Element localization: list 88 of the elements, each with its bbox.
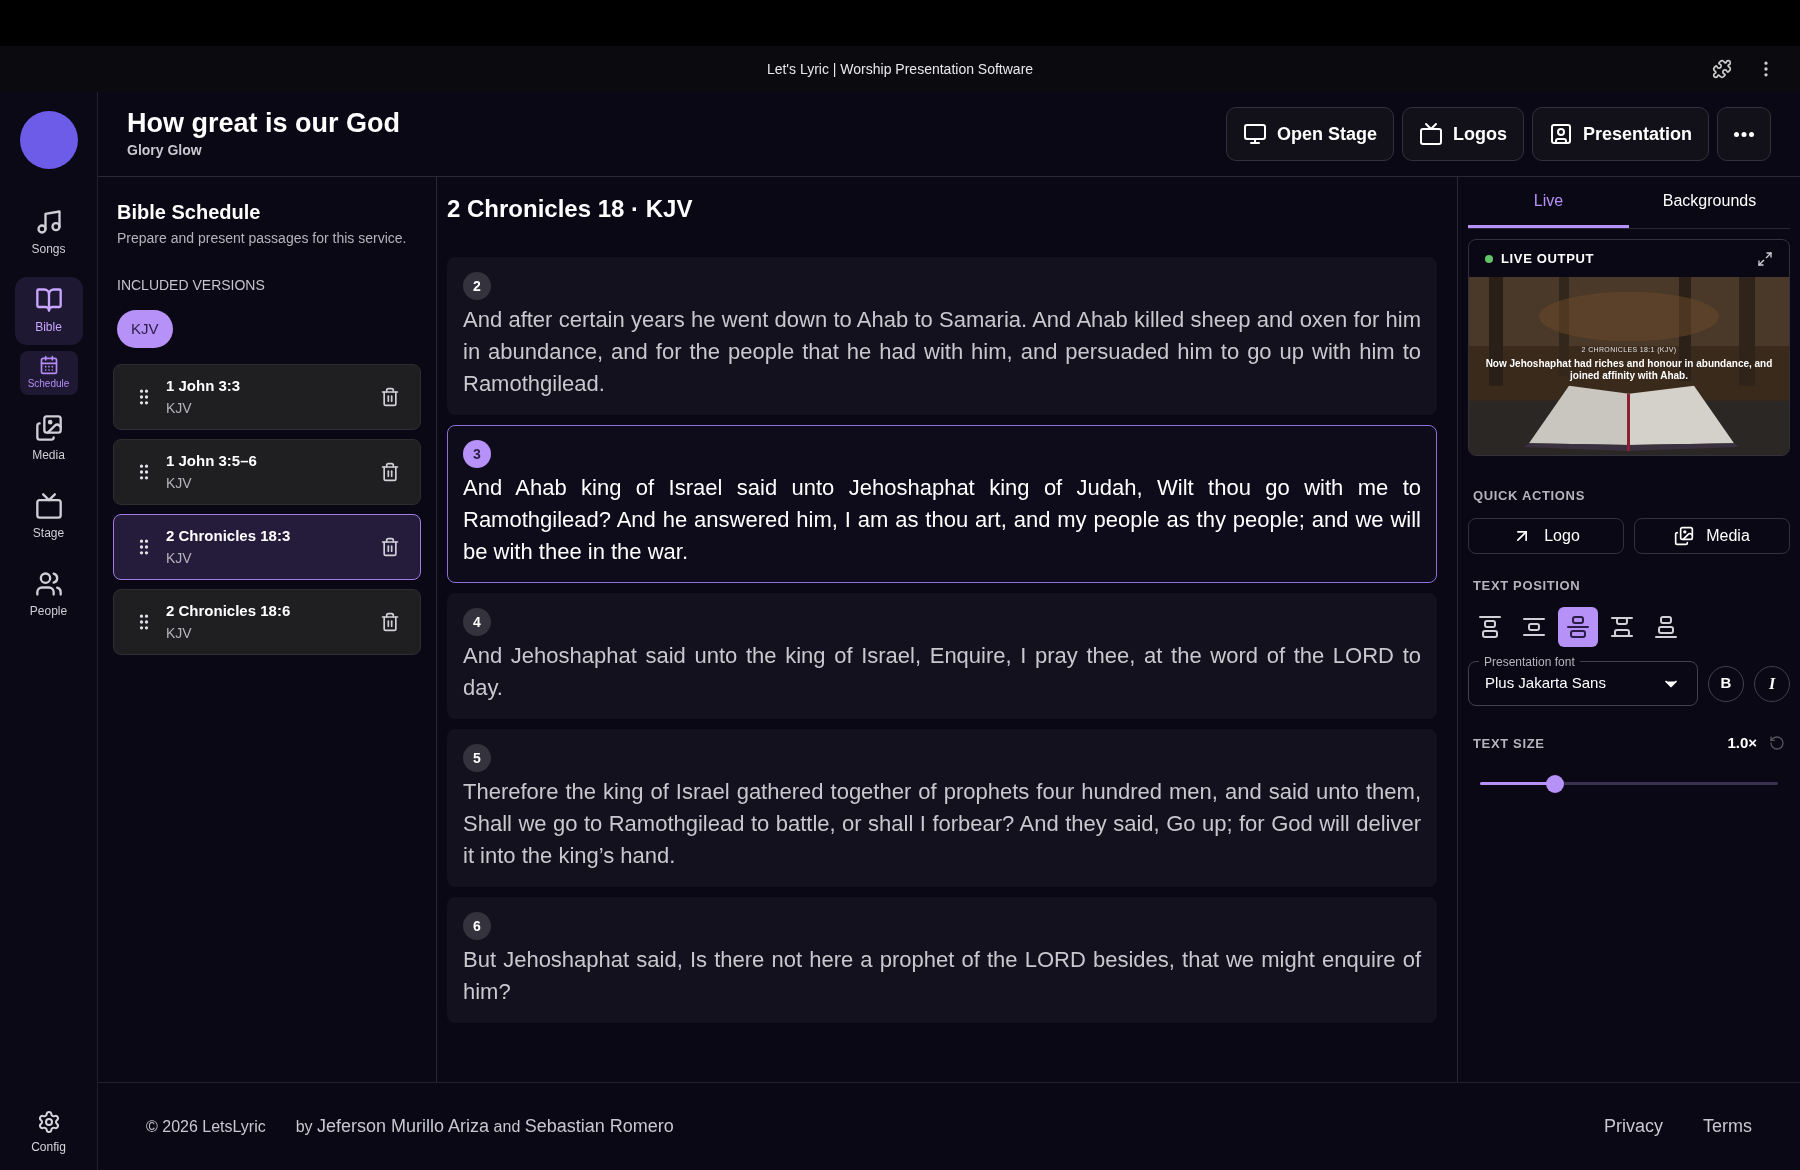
header-button[interactable]: Open Stage: [1225, 107, 1394, 161]
align-icon: [1654, 615, 1678, 639]
people-icon: [34, 570, 63, 598]
verse-card[interactable]: 4 And Jehoshaphat said unto the king of Israel, Enquire, I pray thee, at the word of the LORD to day.: [447, 593, 1437, 719]
book-icon: [34, 286, 63, 314]
verse-card[interactable]: [447, 425, 1437, 583]
artist-name: Glory Glow: [127, 141, 203, 161]
passage-reference: 1 John 3:5–6: [166, 451, 258, 472]
monitor-icon: [1242, 122, 1267, 146]
slide-text: Now Jehoshaphat had riches and honour in abundance, and joined affinity with Ahab.: [1484, 357, 1774, 382]
passage-card[interactable]: 1 John 3:5–6 KJV: [113, 439, 421, 505]
align-icon: [1566, 615, 1590, 639]
text-size-slider[interactable]: [1480, 774, 1778, 793]
passage-reference: 2 Chronicles 18:3: [166, 526, 292, 547]
trash-icon[interactable]: [380, 537, 400, 557]
trash-icon[interactable]: [380, 612, 400, 632]
verse-number: 6: [463, 912, 491, 940]
panel-tab[interactable]: Live: [1468, 177, 1629, 228]
nav-item[interactable]: People: [14, 561, 83, 629]
config-button[interactable]: Config: [31, 1110, 66, 1156]
passage-reference: 1 John 3:3: [166, 376, 242, 397]
verse-number: 3: [463, 440, 491, 468]
extension-icon[interactable]: [1712, 59, 1732, 79]
text-position-button[interactable]: [1558, 607, 1598, 647]
reset-icon[interactable]: [1769, 735, 1785, 752]
trash-icon[interactable]: [380, 387, 400, 407]
nav-item[interactable]: Stage: [14, 483, 83, 551]
window-title: Let's Lyric | Worship Presentation Software: [766, 59, 1034, 79]
header-button[interactable]: Logos: [1401, 107, 1524, 161]
nav-item[interactable]: Bible: [14, 277, 83, 345]
footer-link[interactable]: Terms: [1703, 1113, 1752, 1140]
person-icon: [1548, 122, 1573, 146]
panel-tab[interactable]: Backgrounds: [1629, 177, 1790, 228]
verse-text: Therefore the king of Israel gathered together of prophets four hundred men, and said unto them, Shall we go to Ramothgilead to battle, or shall I forbear? And they said, Go up; for God will deliver it into the king’s hand.: [463, 778, 1421, 870]
passage-card[interactable]: 2 Chronicles 18:3 KJV: [113, 514, 421, 580]
section-heading: INCLUDED VERSIONS: [116, 276, 266, 295]
panel-description: Prepare and present passages for this service.: [116, 229, 408, 248]
verse-text: And after certain years he went down to Ahab to Samaria. And Ahab killed sheep and oxen for him in abundance, and for the people that he had with him, and persuaded him to go up with him to Ramothgilead.: [463, 306, 1421, 398]
trash-icon[interactable]: [380, 462, 400, 482]
passage-version: KJV: [166, 548, 193, 568]
footer-link[interactable]: Privacy: [1604, 1113, 1663, 1140]
verse-number: 4: [463, 608, 491, 636]
copyright-text: © 2026 LetsLyric: [146, 1116, 266, 1137]
slider-thumb[interactable]: [1545, 774, 1564, 793]
credits-text: by Jeferson Murillo Ariza and Sebastian Romero: [295, 1115, 674, 1138]
verse-text: But Jehoshaphat said, Is there not here a prophet of the LORD besides, that we might enquire of him?: [463, 946, 1421, 1006]
music-note-icon: [34, 208, 63, 236]
more-icon: [1734, 131, 1754, 137]
nav-item[interactable]: Songs: [14, 199, 83, 267]
chapter-heading: 2 Chronicles 18 · KJV: [447, 194, 694, 224]
images-icon: [1674, 525, 1695, 546]
passage-card[interactable]: 1 John 3:3 KJV: [113, 364, 421, 430]
section-heading: TEXT SIZE: [1473, 734, 1546, 753]
tv-icon: [1418, 122, 1443, 146]
verse-text: And Ahab king of Israel said unto Jehoshaphat king of Judah, Wilt thou go with me to Ramothgilead? And he answered him, I am as thou art, and my people as thy people; and we will be with thee in the war.: [463, 474, 1421, 566]
avatar[interactable]: [19, 111, 78, 169]
more-button[interactable]: [1717, 107, 1771, 161]
section-heading: TEXT POSITION: [1472, 576, 1582, 595]
passage-version: KJV: [166, 473, 193, 493]
passage-version: KJV: [166, 398, 193, 418]
tv-icon: [34, 492, 63, 520]
passage-version: KJV: [166, 623, 193, 643]
quick-action-button[interactable]: Logo: [1468, 517, 1624, 554]
live-output-label: LIVE OUTPUT: [1501, 249, 1595, 268]
song-title: How great is our God: [127, 106, 401, 140]
verse-card[interactable]: 6 But Jehoshaphat said, Is there not here a prophet of the LORD besides, that we might enquire of him?: [447, 897, 1437, 1023]
images-icon: [34, 414, 63, 442]
panel-title: Bible Schedule: [116, 200, 262, 225]
align-icon: [1522, 615, 1546, 639]
text-size-reading: 1.0×: [1727, 733, 1757, 753]
version-chip[interactable]: KJV: [117, 310, 173, 348]
section-heading: QUICK ACTIONS: [1472, 487, 1586, 505]
nav-subitem[interactable]: Schedule: [19, 351, 78, 395]
align-icon: [1478, 615, 1502, 639]
passage-card[interactable]: 2 Chronicles 18:6 KJV: [113, 589, 421, 655]
verse-number: 5: [463, 744, 491, 772]
quick-action-button[interactable]: Media: [1634, 517, 1790, 554]
header-button[interactable]: Presentation: [1531, 107, 1709, 161]
passage-reference: 2 Chronicles 18:6: [166, 601, 292, 622]
calendar-icon: [38, 355, 59, 375]
verse-text: And Jehoshaphat said unto the king of Israel, Enquire, I pray thee, at the word of the LORD to day.: [463, 642, 1421, 702]
nav-item[interactable]: Media: [14, 405, 83, 473]
verse-number: 2: [463, 272, 491, 300]
verse-card[interactable]: [447, 257, 1437, 415]
settings-icon: [36, 1110, 61, 1134]
verse-card[interactable]: [447, 729, 1437, 887]
expand-icon[interactable]: [1757, 250, 1773, 267]
align-icon: [1610, 615, 1634, 639]
